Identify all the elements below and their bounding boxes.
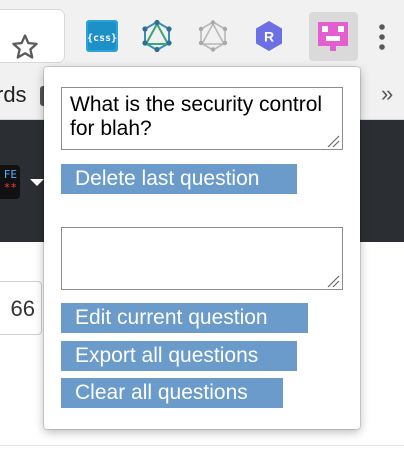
browser-window: {css} R ds » FE ** 66 What is the securi… [0, 0, 404, 462]
export-all-questions-button[interactable]: Export all questions [61, 341, 297, 371]
pink-extension-icon[interactable] [316, 19, 350, 53]
graphql-extension-icon[interactable] [140, 19, 174, 53]
bookmarks-overflow-chevron-icon[interactable]: » [381, 81, 393, 107]
bookmark-star-icon[interactable] [10, 32, 40, 62]
clear-all-questions-button[interactable]: Clear all questions [61, 378, 283, 408]
delete-last-question-button[interactable]: Delete last question [61, 164, 297, 194]
question-textarea[interactable]: What is the security control for blah? [61, 87, 343, 150]
app-logo-text-top: FE [3, 168, 17, 181]
app-logo[interactable]: FE ** [0, 165, 20, 199]
address-bar[interactable] [0, 10, 64, 62]
css-extension-icon[interactable]: {css} [85, 19, 119, 53]
bookmark-item-label[interactable]: rds [0, 82, 27, 108]
kebab-menu-icon[interactable] [375, 22, 389, 52]
app-logo-text-bottom: ** [3, 181, 17, 194]
r-extension-icon[interactable]: R [252, 19, 286, 53]
edit-question-textarea[interactable] [61, 227, 343, 290]
r-extension-label: R [264, 29, 274, 45]
caret-down-icon[interactable] [30, 179, 44, 186]
page-divider [0, 445, 404, 446]
browser-toolbar: {css} R [0, 0, 404, 73]
extension-popup: What is the security control for blah? D… [44, 67, 360, 429]
edit-current-question-button[interactable]: Edit current question [61, 303, 308, 333]
partial-number-input[interactable]: 66 [0, 281, 42, 335]
css-extension-label: {css} [87, 33, 117, 44]
graphql-grey-extension-icon[interactable] [196, 19, 230, 53]
